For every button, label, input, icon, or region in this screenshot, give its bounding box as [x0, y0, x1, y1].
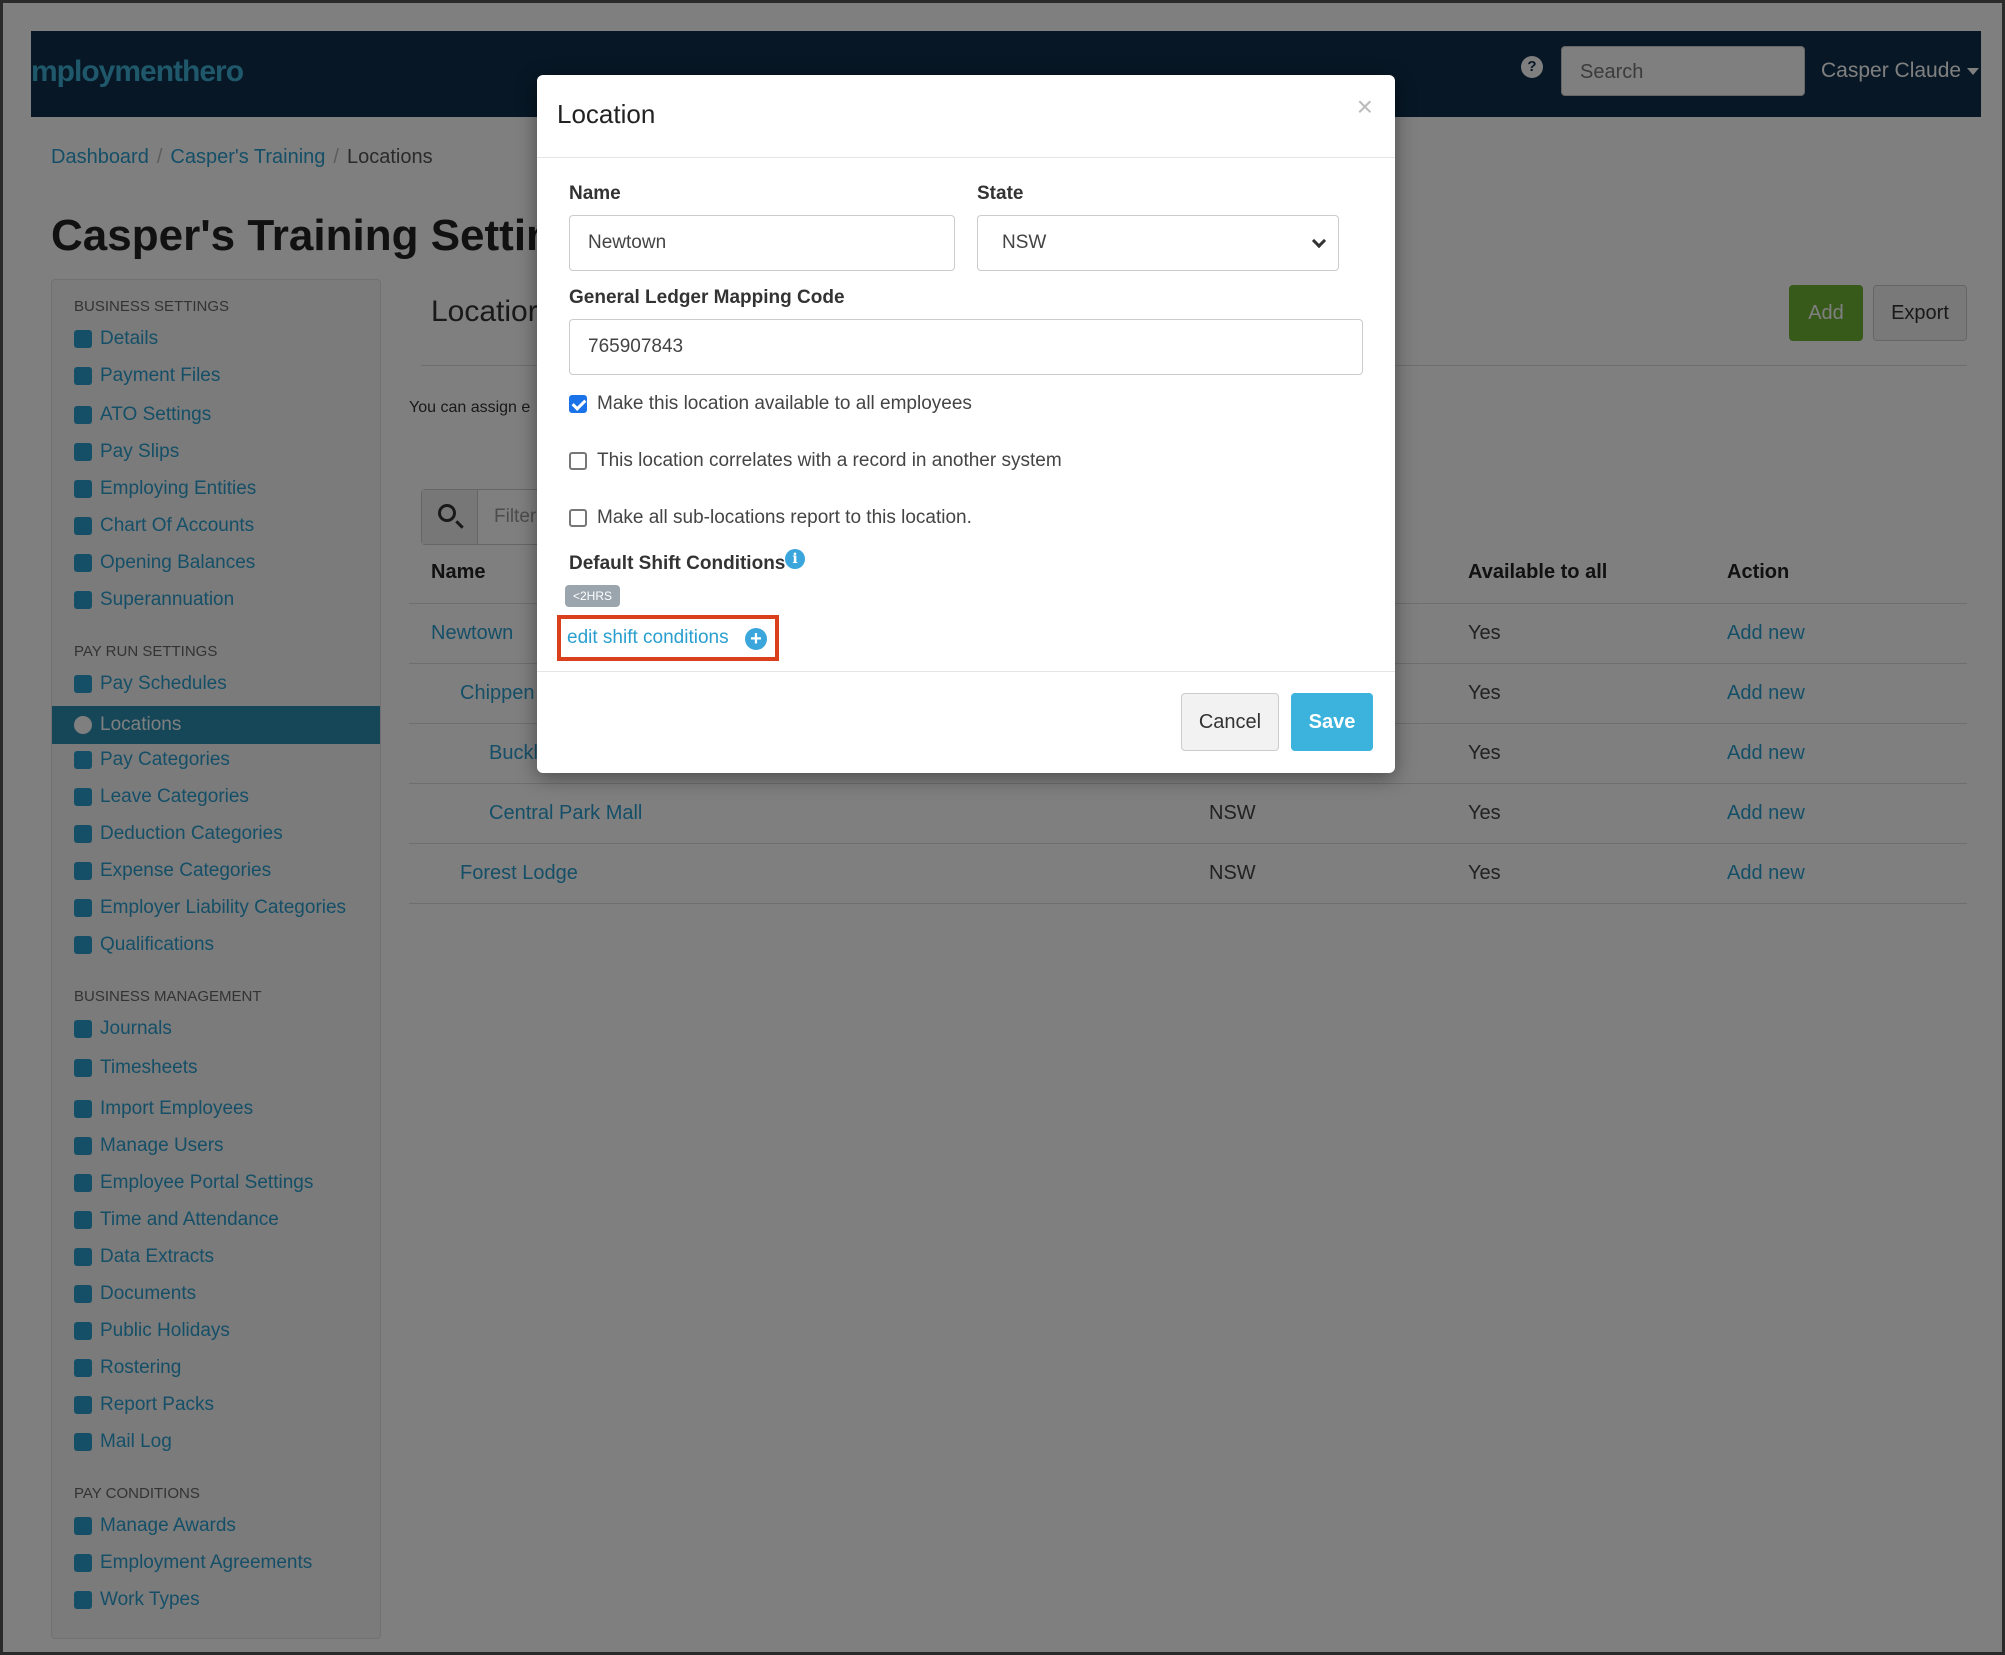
plus-circle-icon: +	[745, 628, 767, 650]
correlates-checkbox[interactable]	[569, 452, 587, 470]
edit-shift-conditions-text: edit shift conditions	[567, 627, 729, 648]
info-icon[interactable]: i	[785, 549, 805, 569]
gl-code-input[interactable]: 765907843	[569, 319, 1363, 375]
state-selected-value: NSW	[1002, 232, 1047, 253]
available-all-checkbox[interactable]	[569, 395, 587, 413]
gl-code-label: General Ledger Mapping Code	[569, 287, 845, 308]
shift-condition-badge: <2HRS	[565, 585, 621, 607]
state-label: State	[977, 183, 1024, 204]
edit-shift-conditions-link[interactable]: edit shift conditions +	[557, 615, 779, 661]
chevron-down-icon	[1311, 233, 1327, 249]
modal-header-divider	[537, 157, 1395, 158]
name-input[interactable]: Newtown	[569, 215, 955, 271]
correlates-label: This location correlates with a record i…	[597, 450, 1062, 471]
close-icon[interactable]: ×	[1357, 91, 1373, 123]
shift-conditions-label: Default Shift Conditions	[569, 553, 786, 574]
modal-title: Location	[557, 99, 656, 129]
sublocations-label: Make all sub-locations report to this lo…	[597, 507, 972, 528]
modal-footer-divider	[537, 671, 1395, 672]
cancel-button[interactable]: Cancel	[1181, 693, 1279, 751]
location-modal: Location × Name Newtown State NSW Genera…	[537, 75, 1395, 773]
available-all-label: Make this location available to all empl…	[597, 393, 972, 414]
sublocations-checkbox[interactable]	[569, 509, 587, 527]
name-label: Name	[569, 183, 621, 204]
save-button[interactable]: Save	[1291, 693, 1373, 751]
state-select[interactable]: NSW	[977, 215, 1339, 271]
app-frame: mploymenthero ? Search Casper Claude Das…	[0, 0, 2005, 1655]
